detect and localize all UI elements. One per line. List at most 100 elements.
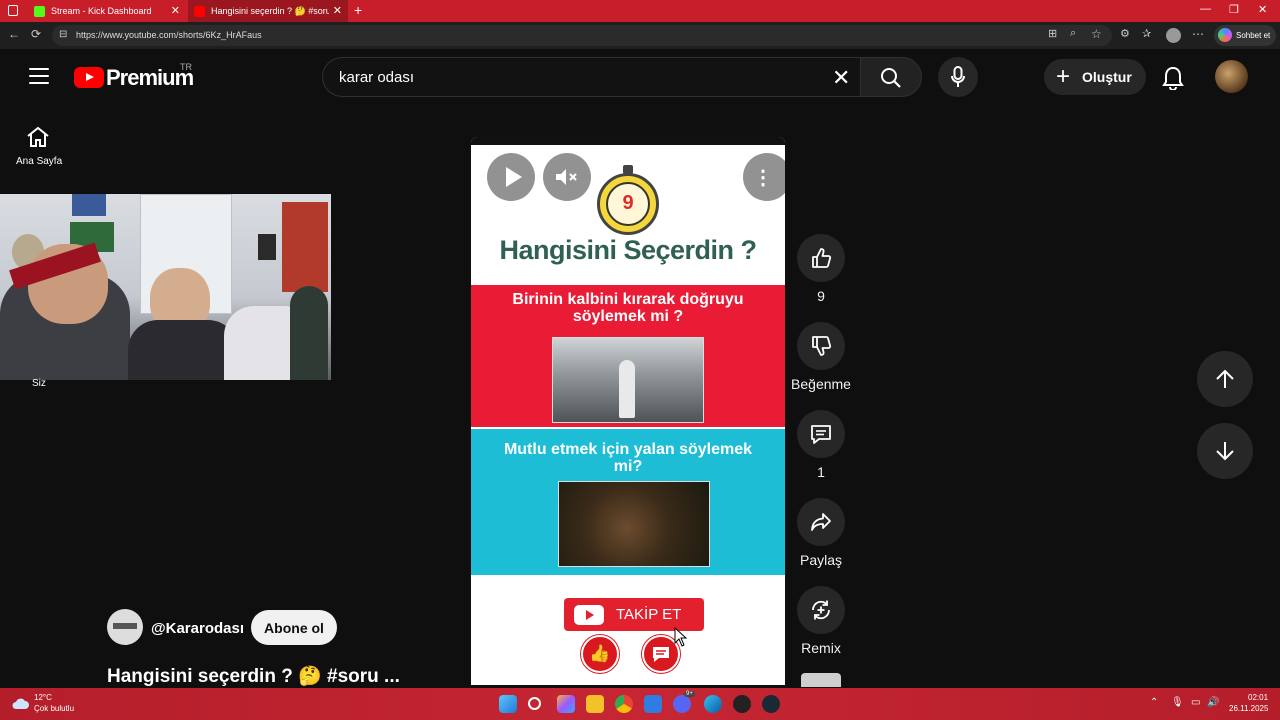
channel-handle[interactable]: @Kararodası (151, 620, 244, 637)
youtube-icon (194, 5, 205, 17)
thumbs-down-icon (812, 336, 832, 356)
next-short-button[interactable] (1197, 423, 1253, 479)
close-icon[interactable]: ✕ (333, 4, 342, 17)
chevron-up-icon[interactable]: ⌃ (1150, 697, 1158, 708)
extensions-icon[interactable]: ⚙ (1120, 27, 1130, 40)
close-icon[interactable]: ✕ (171, 4, 180, 17)
refresh-icon[interactable]: ⟳ (31, 27, 41, 41)
steam-icon[interactable] (762, 695, 780, 713)
create-label: Oluştur (1082, 69, 1132, 85)
maximize-icon[interactable]: ❐ (1229, 3, 1239, 16)
comments-button[interactable] (797, 410, 845, 458)
create-button[interactable]: + Oluştur (1044, 59, 1146, 95)
site-info-icon[interactable]: ⊟ (59, 29, 67, 40)
favorite-star-icon[interactable]: ☆ (1091, 27, 1102, 41)
option-two-panel: Mutlu etmek için yalan söylemek mi? (471, 429, 785, 575)
notifications-bell-icon[interactable] (1162, 66, 1184, 90)
favorites-icon[interactable]: ✰ (1142, 27, 1151, 40)
poster (72, 194, 106, 216)
dislike-button[interactable] (797, 322, 845, 370)
microphone-icon[interactable]: 🎙 (1171, 697, 1184, 708)
youtube-icon (574, 605, 604, 625)
person (290, 286, 328, 380)
profile-icon[interactable] (1166, 28, 1181, 43)
clock-time[interactable]: 02:01 (1248, 693, 1268, 702)
timer-value: 9 (622, 192, 634, 214)
share-arrow-icon (811, 513, 831, 531)
thumbs-up-icon (812, 248, 832, 268)
app-available-icon[interactable]: ⊞ (1048, 27, 1057, 40)
search-query[interactable]: karar odası (339, 69, 414, 86)
kick-icon (34, 5, 45, 17)
arrow-up-icon (1216, 369, 1234, 388)
option-one-image (552, 337, 704, 423)
comment-icon (811, 425, 831, 444)
share-button[interactable] (797, 498, 845, 546)
speaker-icon[interactable]: 🔊 (1207, 697, 1219, 708)
like-button[interactable] (797, 234, 845, 282)
display-icon[interactable]: ▭ (1191, 697, 1200, 708)
minimize-icon[interactable]: — (1200, 3, 1211, 15)
muted-speaker-icon (556, 169, 577, 185)
region-code: TR (180, 62, 192, 72)
channel-avatar[interactable] (107, 609, 143, 645)
back-icon[interactable]: ← (8, 27, 20, 41)
window-close-icon[interactable]: ✕ (1258, 3, 1267, 16)
clear-search-icon[interactable]: ✕ (832, 65, 850, 91)
play-button[interactable] (487, 153, 535, 201)
tab-actions-icon[interactable] (8, 5, 18, 16)
search-icon[interactable] (528, 697, 541, 710)
edge-icon[interactable] (704, 695, 722, 713)
shorts-video-player[interactable]: 9 ⋮ Hangisini Seçerdin ? Birinin kalbini… (471, 137, 785, 685)
chrome-icon[interactable] (615, 695, 633, 713)
tab-title: Stream - Kick Dashboard (51, 6, 152, 16)
zoom-icon[interactable]: ⌕ (1070, 27, 1076, 40)
search-button[interactable] (860, 57, 922, 97)
clock-date[interactable]: 26.11.2025 (1229, 704, 1268, 713)
webcam-overlay (0, 194, 331, 380)
obs-icon[interactable] (733, 695, 751, 713)
notification-badge: 9+ (684, 691, 695, 697)
copilot-button[interactable]: Sohbet et (1214, 25, 1276, 46)
poster (282, 202, 328, 292)
weather-description[interactable]: Çok bulutlu (34, 704, 74, 713)
cloud-weather-icon[interactable] (12, 696, 29, 710)
tab-title: Hangisini seçerdin ? 🤔 #soru #e (211, 5, 329, 16)
tab-kick-dashboard[interactable]: Stream - Kick Dashboard ✕ (28, 0, 186, 22)
file-explorer-icon[interactable] (586, 695, 604, 713)
hamburger-menu-icon[interactable] (29, 68, 49, 84)
youtube-logo-icon[interactable] (74, 67, 104, 88)
microphone-icon (951, 66, 965, 87)
remix-label: Remix (801, 640, 841, 656)
plus-icon: + (1056, 63, 1071, 90)
mouse-cursor-icon (674, 627, 688, 647)
url-text[interactable]: https://www.youtube.com/shorts/6Kz_HrAFa… (76, 30, 262, 40)
sound-thumbnail[interactable] (801, 673, 841, 687)
account-avatar[interactable] (1215, 60, 1248, 93)
copilot-icon[interactable] (557, 695, 575, 713)
remix-icon (812, 600, 830, 620)
voice-search-button[interactable] (938, 57, 978, 97)
previous-short-button[interactable] (1197, 351, 1253, 407)
dislike-label: Beğenme (791, 376, 851, 392)
discord-icon[interactable] (673, 695, 691, 713)
windows-start-icon[interactable] (499, 695, 517, 713)
home-icon[interactable] (26, 126, 50, 148)
sidebar-item-home-label[interactable]: Ana Sayfa (16, 156, 62, 167)
tab-youtube-shorts[interactable]: Hangisini seçerdin ? 🤔 #soru #e ✕ (188, 0, 348, 22)
video-top-edge (471, 137, 785, 145)
short-title[interactable]: Hangisini seçerdin ? 🤔 #soru ... (107, 664, 400, 688)
remix-button[interactable] (797, 586, 845, 634)
subscribe-button[interactable]: Abone ol (251, 610, 337, 645)
mail-icon[interactable] (644, 695, 662, 713)
option-two-text: Mutlu etmek için yalan söylemek mi? (503, 441, 753, 475)
browser-tab-strip: Stream - Kick Dashboard ✕ Hangisini seçe… (0, 0, 1280, 22)
question-title: Hangisini Seçerdin ? (499, 235, 757, 265)
more-options-button[interactable]: ⋮ (743, 153, 785, 201)
thumbs-up-icon: 👍 (581, 635, 619, 673)
weather-temperature[interactable]: 12°C (34, 693, 52, 702)
like-count: 9 (817, 288, 825, 304)
more-icon[interactable]: ⋯ (1192, 27, 1204, 41)
mute-button[interactable] (543, 153, 591, 201)
new-tab-icon[interactable]: + (354, 2, 362, 18)
